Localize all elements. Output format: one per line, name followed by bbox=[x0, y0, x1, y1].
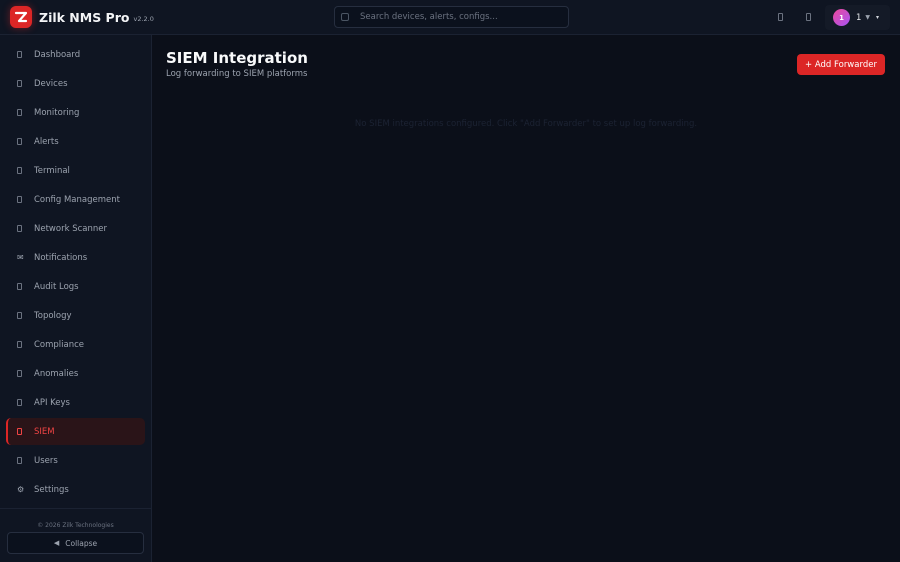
brand[interactable]: Zilk NMS Pro v2.2.0 bbox=[0, 6, 330, 28]
copyright: © 2026 Zilk Technologies bbox=[37, 522, 114, 529]
alerts-icon bbox=[17, 138, 22, 145]
users-icon bbox=[17, 457, 22, 464]
sidebar-item-label: Terminal bbox=[34, 165, 70, 176]
sidebar-item-api-keys[interactable]: API Keys bbox=[6, 389, 145, 416]
sidebar-item-terminal[interactable]: Terminal bbox=[6, 157, 145, 184]
sidebar-item-users[interactable]: Users bbox=[6, 447, 145, 474]
app-version: v2.2.0 bbox=[133, 14, 154, 23]
sidebar-item-audit-logs[interactable]: Audit Logs bbox=[6, 273, 145, 300]
sidebar-item-label: Monitoring bbox=[34, 107, 80, 118]
scanner-icon bbox=[17, 225, 22, 232]
sidebar-item-label: Network Scanner bbox=[34, 223, 107, 234]
sidebar-item-label: Devices bbox=[34, 78, 68, 89]
config-icon bbox=[17, 196, 22, 203]
sidebar-item-network-scanner[interactable]: Network Scanner bbox=[6, 215, 145, 242]
siem-icon bbox=[17, 428, 22, 435]
sidebar-item-siem[interactable]: SIEM bbox=[6, 418, 145, 445]
anomalies-icon bbox=[17, 370, 22, 377]
sidebar-item-label: Audit Logs bbox=[34, 281, 79, 292]
avatar: 1 bbox=[833, 9, 850, 26]
top-bar: Zilk NMS Pro v2.2.0 1 1 ▼ ▾ bbox=[0, 0, 900, 35]
search-input[interactable] bbox=[360, 12, 560, 22]
topology-icon bbox=[17, 312, 22, 319]
sidebar-item-topology[interactable]: Topology bbox=[6, 302, 145, 329]
sidebar: Dashboard Devices Monitoring Alerts Terminal… bbox=[0, 35, 152, 562]
collapse-arrow-icon: ◀ bbox=[53, 539, 60, 547]
compliance-icon bbox=[17, 341, 22, 348]
sidebar-item-label: SIEM bbox=[34, 426, 55, 437]
theme-toggle-icon[interactable] bbox=[778, 13, 783, 21]
empty-state-message: No SIEM integrations configured. Click "… bbox=[354, 119, 698, 129]
sidebar-item-label: Users bbox=[34, 455, 58, 466]
page-subtitle: Log forwarding to SIEM platforms bbox=[166, 69, 308, 79]
app-name: Zilk NMS Pro bbox=[39, 9, 130, 25]
page-title: SIEM Integration bbox=[166, 49, 308, 67]
sidebar-item-label: Topology bbox=[34, 310, 72, 321]
app-logo-icon bbox=[10, 6, 32, 28]
search-icon bbox=[341, 13, 349, 21]
sidebar-item-dashboard[interactable]: Dashboard bbox=[6, 41, 145, 68]
search-bar[interactable] bbox=[334, 6, 569, 28]
terminal-icon bbox=[17, 167, 22, 174]
sidebar-item-compliance[interactable]: Compliance bbox=[6, 331, 145, 358]
audit-icon bbox=[17, 283, 22, 290]
sidebar-item-notifications[interactable]: ✉ Notifications bbox=[6, 244, 145, 271]
sidebar-item-label: Dashboard bbox=[34, 49, 81, 60]
sidebar-item-label: Notifications bbox=[34, 252, 88, 263]
sidebar-item-label: Alerts bbox=[34, 136, 59, 147]
sidebar-item-settings[interactable]: ⚙ Settings bbox=[6, 476, 145, 503]
collapse-button[interactable]: ◀ Collapse bbox=[7, 532, 144, 554]
sidebar-item-label: Anomalies bbox=[34, 368, 79, 379]
user-menu[interactable]: 1 1 ▼ ▾ bbox=[825, 5, 890, 30]
sidebar-item-label: API Keys bbox=[34, 397, 70, 408]
sidebar-item-monitoring[interactable]: Monitoring bbox=[6, 99, 145, 126]
sidebar-item-config-management[interactable]: Config Management bbox=[6, 186, 145, 213]
mail-icon: ✉ bbox=[17, 253, 24, 262]
gear-icon: ⚙ bbox=[17, 485, 25, 494]
main-content: SIEM Integration Log forwarding to SIEM … bbox=[152, 35, 900, 562]
sidebar-item-label: Settings bbox=[34, 484, 69, 495]
sidebar-item-devices[interactable]: Devices bbox=[6, 70, 145, 97]
key-icon bbox=[17, 399, 22, 406]
sidebar-item-label: Compliance bbox=[34, 339, 85, 350]
sidebar-item-anomalies[interactable]: Anomalies bbox=[6, 360, 145, 387]
dashboard-icon bbox=[17, 51, 22, 58]
sidebar-item-alerts[interactable]: Alerts bbox=[6, 128, 145, 155]
user-name: 1 bbox=[856, 12, 862, 23]
notification-bell-icon[interactable] bbox=[806, 13, 811, 21]
sidebar-divider bbox=[0, 508, 151, 509]
sidebar-item-label: Config Management bbox=[34, 194, 120, 205]
chevron-down-icon: ▾ bbox=[876, 14, 880, 21]
collapse-label: Collapse bbox=[65, 538, 98, 548]
add-forwarder-button[interactable]: + Add Forwarder bbox=[797, 54, 885, 75]
monitoring-icon bbox=[17, 109, 22, 116]
devices-icon bbox=[17, 80, 22, 87]
user-status-icon: ▼ bbox=[865, 14, 871, 21]
